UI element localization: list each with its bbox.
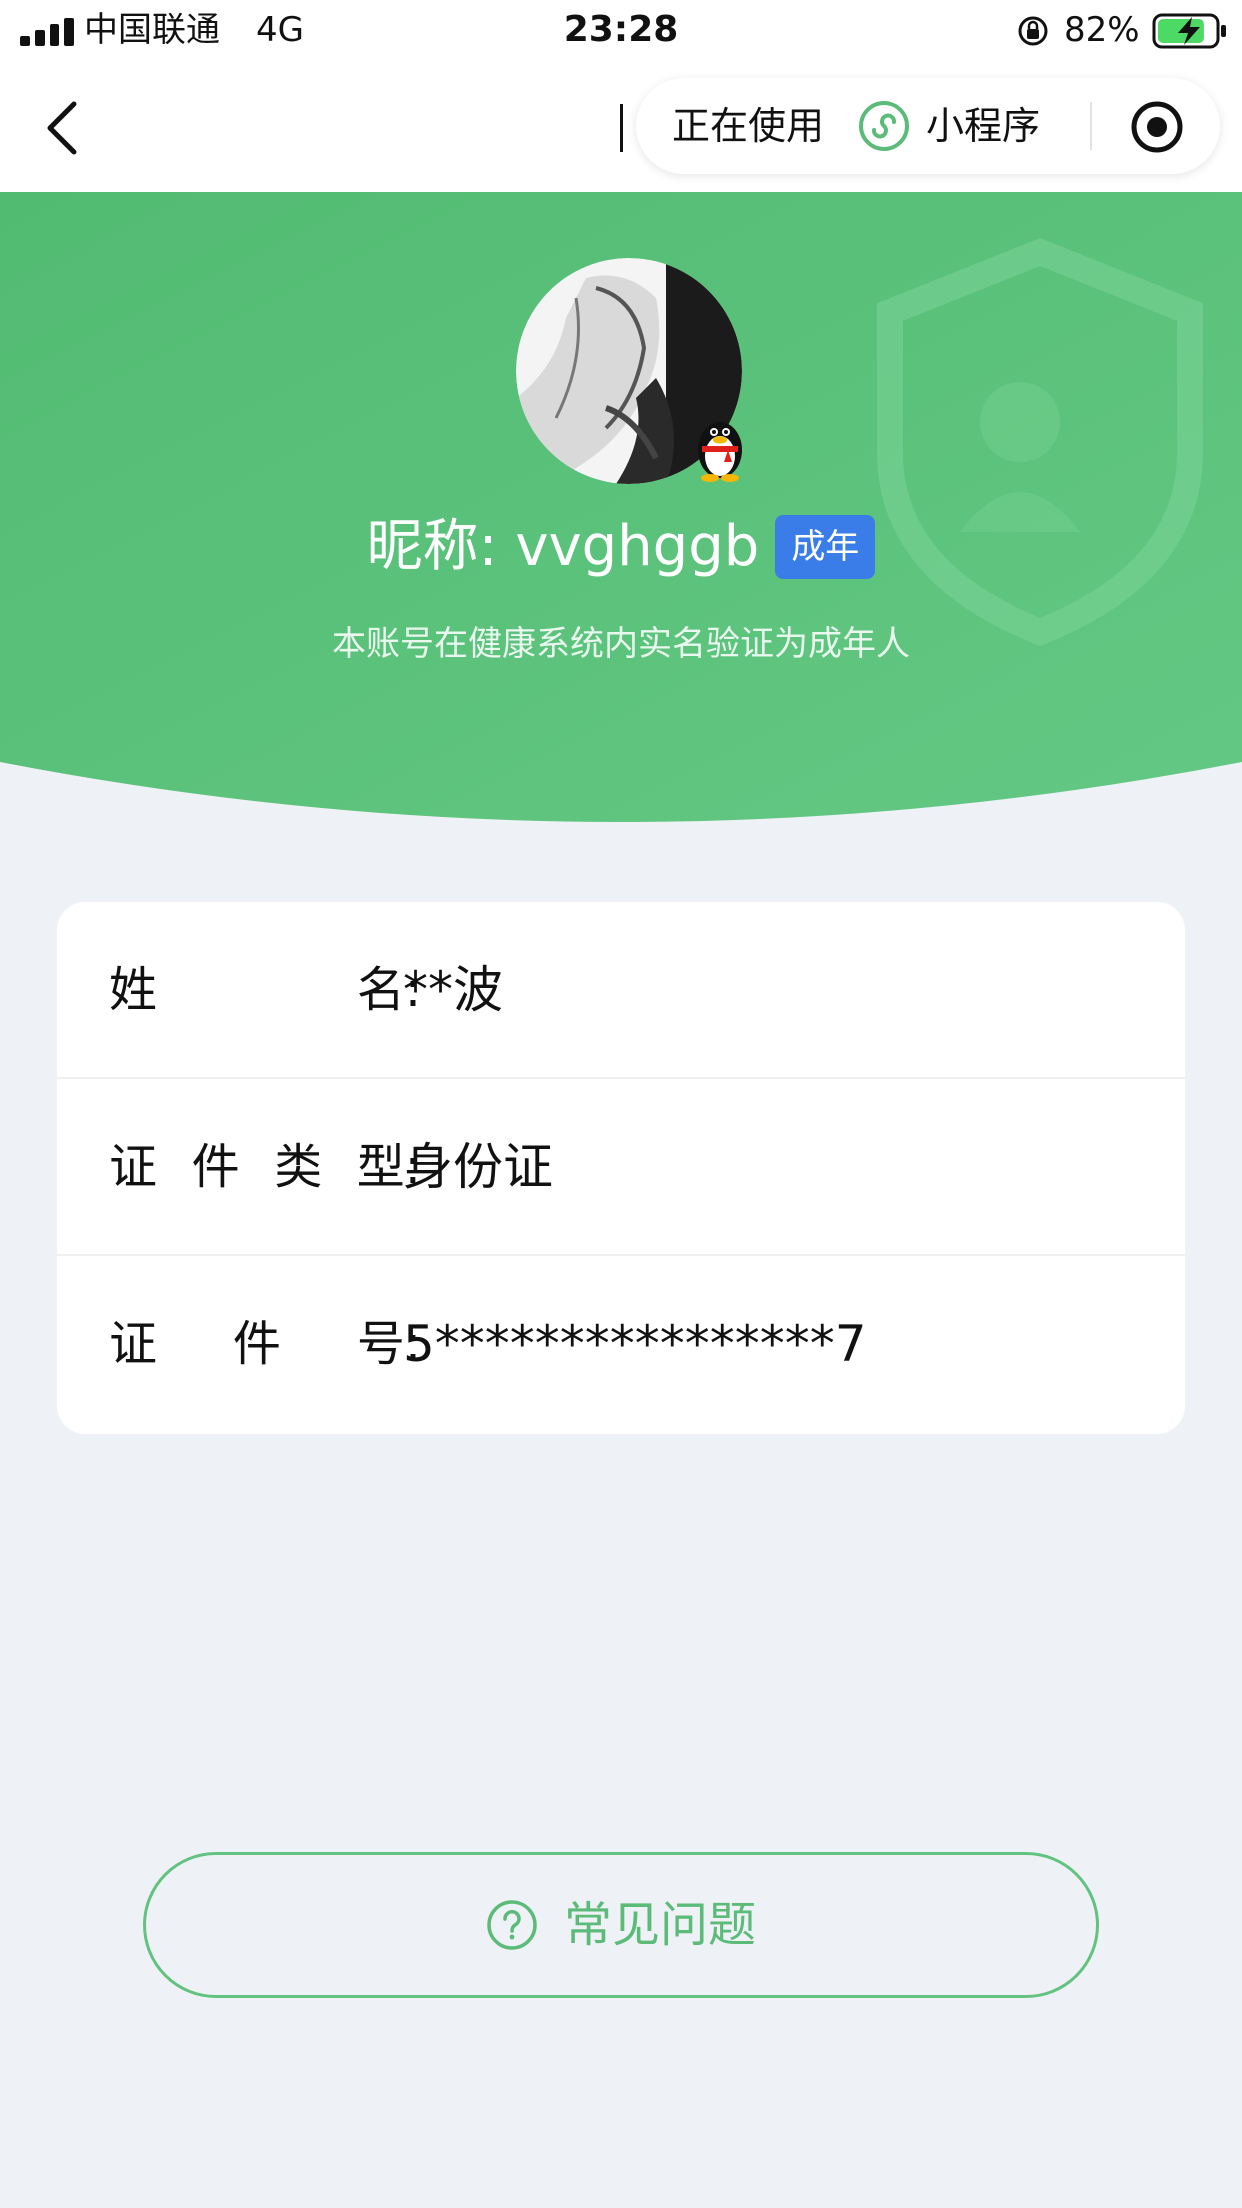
info-row-id-type: 证 件 类 型: 身份证 bbox=[57, 1079, 1185, 1256]
faq-button[interactable]: 常见问题 bbox=[143, 1852, 1099, 1998]
identity-info-card: 姓 名: **波 证 件 类 型: 身份证 证 件 号: 5**********… bbox=[57, 902, 1185, 1434]
id-type-value: 身份证 bbox=[403, 1138, 553, 1196]
qq-penguin-icon bbox=[698, 422, 742, 482]
name-value: **波 bbox=[403, 961, 503, 1019]
faq-label: 常见问题 bbox=[563, 1897, 756, 1953]
close-miniapp-target-icon[interactable] bbox=[1130, 100, 1184, 154]
rotation-lock-icon bbox=[1018, 16, 1048, 46]
page: 中国联通 4G 23:28 82% 正在使用 小程序 昵称: vvghggb 成… bbox=[0, 0, 1242, 2208]
miniapp-icon bbox=[859, 101, 909, 151]
verification-subtitle: 本账号在健康系统内实名验证为成年人 bbox=[332, 624, 910, 664]
id-type-label: 证 件 类 型: bbox=[109, 1139, 421, 1195]
battery-charging-icon bbox=[1152, 13, 1226, 49]
status-bar: 中国联通 4G 23:28 82% bbox=[0, 0, 1242, 62]
back-icon[interactable] bbox=[40, 98, 88, 158]
info-row-name: 姓 名: **波 bbox=[57, 902, 1185, 1079]
capsule-separator bbox=[1090, 102, 1092, 150]
profile-header: 昵称: vvghggb 成年 本账号在健康系统内实名验证为成年人 bbox=[0, 192, 1242, 832]
miniapp-capsule[interactable]: 正在使用 小程序 bbox=[636, 78, 1220, 174]
nickname-row: 昵称: vvghggb 成年 bbox=[0, 512, 1242, 582]
adult-badge: 成年 bbox=[775, 515, 876, 579]
shield-decoration-icon bbox=[877, 237, 1203, 647]
capsule-app-label: 小程序 bbox=[926, 104, 1041, 148]
battery-percentage: 82% bbox=[1064, 10, 1140, 50]
capsule-status-text: 正在使用 bbox=[672, 104, 825, 148]
nav-bar: 正在使用 小程序 bbox=[0, 62, 1242, 192]
id-number-value: 5****************7 bbox=[403, 1315, 867, 1373]
nav-divider bbox=[620, 104, 623, 152]
info-row-id-number: 证 件 号: 5****************7 bbox=[57, 1256, 1185, 1433]
id-number-label: 证 件 号: bbox=[109, 1316, 421, 1372]
clock: 23:28 bbox=[563, 9, 679, 50]
nickname: 昵称: vvghggb bbox=[366, 514, 760, 579]
question-circle-icon bbox=[487, 1900, 537, 1950]
name-label: 姓 名: bbox=[109, 962, 421, 1018]
avatar-wrap bbox=[516, 258, 742, 484]
